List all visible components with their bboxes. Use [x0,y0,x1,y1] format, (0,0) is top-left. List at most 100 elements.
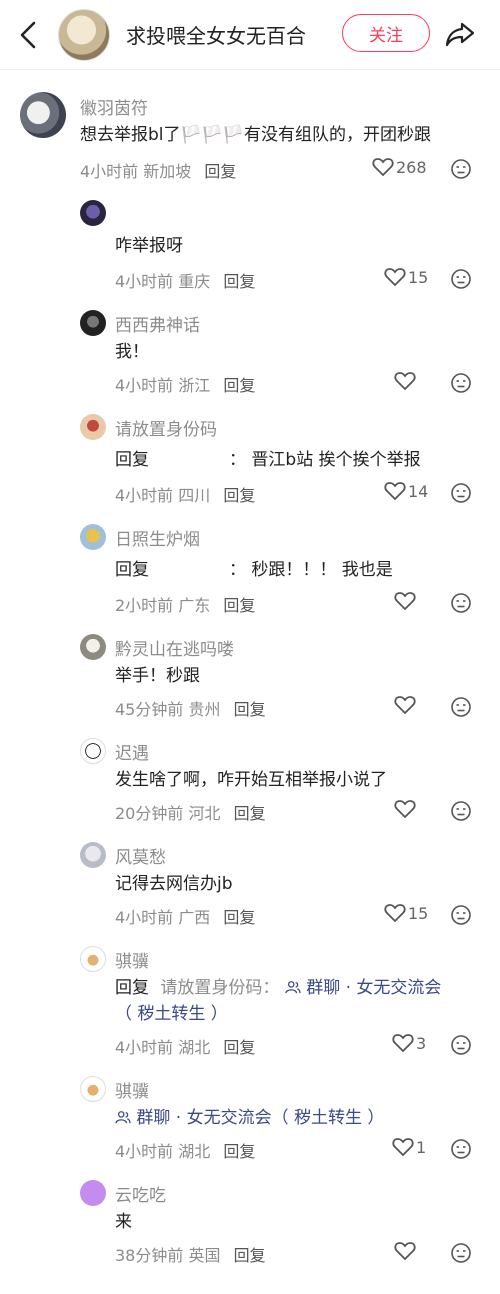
reply-time: 20分钟前 [115,804,184,823]
dislike-face-icon[interactable] [450,800,472,822]
like-button[interactable]: 15 [384,267,428,287]
page-title: 求投喂全女女无百合 [126,24,306,48]
reply-body: ： 秒跟！！！ 我也是 [229,560,393,580]
like-button[interactable]: 268 [372,157,427,177]
avatar[interactable] [80,414,106,440]
avatar[interactable] [80,946,106,972]
reply-button[interactable]: 回复 [223,908,255,927]
like-button[interactable]: 15 [384,903,428,923]
reply-meta: 4小时前 湖北 回复 [115,1034,255,1058]
reply-meta: 4小时前 浙江 回复 [115,372,255,396]
reply-button[interactable]: 回复 [223,376,255,395]
avatar[interactable] [80,524,106,550]
avatar[interactable] [80,842,106,868]
dislike-face-icon[interactable] [450,904,472,926]
reply-author[interactable]: 迟遇 [115,739,149,764]
reply-to-name[interactable]: 请放置身份码： [160,978,279,998]
avatar[interactable] [80,634,106,660]
like-button[interactable] [394,371,416,391]
group-people-icon [115,1111,131,1124]
reply-button[interactable]: 回复 [223,272,255,291]
avatar[interactable] [80,1180,106,1206]
reply-button[interactable]: 回复 [234,1246,266,1265]
like-button[interactable] [394,1241,416,1261]
like-button[interactable]: 14 [384,481,428,501]
author-avatar[interactable] [58,9,110,61]
reply-meta: 4小时前 广西 回复 [115,904,255,928]
reply-author[interactable]: 请放置身份码 [115,415,217,440]
back-arrow-icon[interactable] [16,20,42,50]
reply-prefix: 回复 [115,450,149,470]
reply-button[interactable]: 回复 [234,804,266,823]
follow-button[interactable]: 关注 [342,14,430,52]
dislike-face-icon[interactable] [450,592,472,614]
reply-time: 4小时前 [115,1038,174,1057]
heart-icon [384,268,406,287]
dislike-face-icon[interactable] [450,482,472,504]
like-button[interactable] [394,695,416,715]
reply-location: 广东 [178,596,211,615]
heart-icon [384,904,406,923]
reply-author[interactable]: 风莫愁 [115,843,166,868]
dislike-face-icon[interactable] [450,268,472,290]
dislike-face-icon[interactable] [450,372,472,394]
like-count: 1 [416,1137,427,1157]
reply-author[interactable]: 骐骥 [115,1077,149,1102]
like-count: 15 [408,903,429,923]
like-count: 14 [408,481,429,501]
reply-button[interactable]: 回复 [223,1038,255,1057]
comment-author[interactable]: 徽羽茵符 [80,94,148,119]
avatar[interactable] [80,200,106,226]
reply-author[interactable]: 日照生炉烟 [115,525,200,550]
reply-item: 西西弗神话 我！ 4小时前 浙江 回复 [0,310,500,410]
reply-location: 湖北 [178,1038,211,1057]
reply-item: 云吃吃 来 38分钟前 英国 回复 [0,1180,500,1280]
reply-item: 迟遇 发生啥了啊，咋开始互相举报小说了 20分钟前 河北 回复 [0,738,500,838]
like-button[interactable] [394,799,416,819]
comment-meta: 4小时前 新加坡 回复 [80,158,236,182]
reply-item: 咋举报呀 4小时前 重庆 回复 15 [0,200,500,300]
comment-text: 想去举报bl了🏳️🏳️🏳️有没有组队的，开团秒跟 [80,125,432,145]
reply-text: 咋举报呀 [115,236,183,256]
reply-button[interactable]: 回复 [234,700,266,719]
reply-item: 骐骥 回复 请放置身份码： 群聊 · 女无交流会 （ 秽土转生 ） 4小时前 湖… [0,946,500,1066]
avatar[interactable] [80,1076,106,1102]
heart-icon [394,696,416,715]
like-button[interactable]: 1 [392,1137,426,1157]
group-chat-link[interactable]: 群聊 · 女无交流会 [306,978,441,998]
reply-item: 请放置身份码 回复 ： 晋江b站 挨个挨个举报 4小时前 四川 回复 14 [0,414,500,514]
avatar[interactable] [80,310,106,336]
dislike-face-icon[interactable] [450,1034,472,1056]
share-icon[interactable] [444,18,476,50]
group-chat-link[interactable]: 群聊 · 女无交流会（ 秽土转生 ） [136,1108,384,1128]
comment-location: 新加坡 [143,162,192,181]
like-button[interactable]: 3 [392,1033,426,1053]
reply-button[interactable]: 回复 [223,486,255,505]
heart-icon [394,372,416,391]
dislike-face-icon[interactable] [450,158,472,180]
dislike-face-icon[interactable] [450,1138,472,1160]
reply-text: 来 [115,1212,132,1232]
reply-button[interactable]: 回复 [223,1142,255,1161]
reply-prefix: 回复 [115,560,149,580]
reply-author[interactable]: 西西弗神话 [115,311,200,336]
reply-author[interactable]: 云吃吃 [115,1181,166,1206]
reply-item: 风莫愁 记得去网信办jb 4小时前 广西 回复 15 [0,842,500,942]
reply-meta: 4小时前 湖北 回复 [115,1138,255,1162]
reply-time: 45分钟前 [115,700,184,719]
dislike-face-icon[interactable] [450,1242,472,1264]
reply-location: 浙江 [178,376,211,395]
reply-author[interactable]: 黔灵山在逃吗喽 [115,635,234,660]
comment-time: 4小时前 [80,162,139,181]
like-button[interactable] [394,591,416,611]
avatar[interactable] [80,738,106,764]
group-chat-link-line2[interactable]: （ 秽土转生 ） [115,1001,228,1027]
avatar[interactable] [20,92,66,138]
reply-button[interactable]: 回复 [223,596,255,615]
dislike-face-icon[interactable] [450,696,472,718]
reply-time: 4小时前 [115,486,174,505]
reply-item: 骐骥 群聊 · 女无交流会（ 秽土转生 ） 4小时前 湖北 回复 1 [0,1076,500,1176]
reply-button[interactable]: 回复 [204,162,236,181]
reply-author[interactable]: 骐骥 [115,947,149,972]
reply-text: 回复 ： 秒跟！！！ 我也是 [115,557,393,583]
